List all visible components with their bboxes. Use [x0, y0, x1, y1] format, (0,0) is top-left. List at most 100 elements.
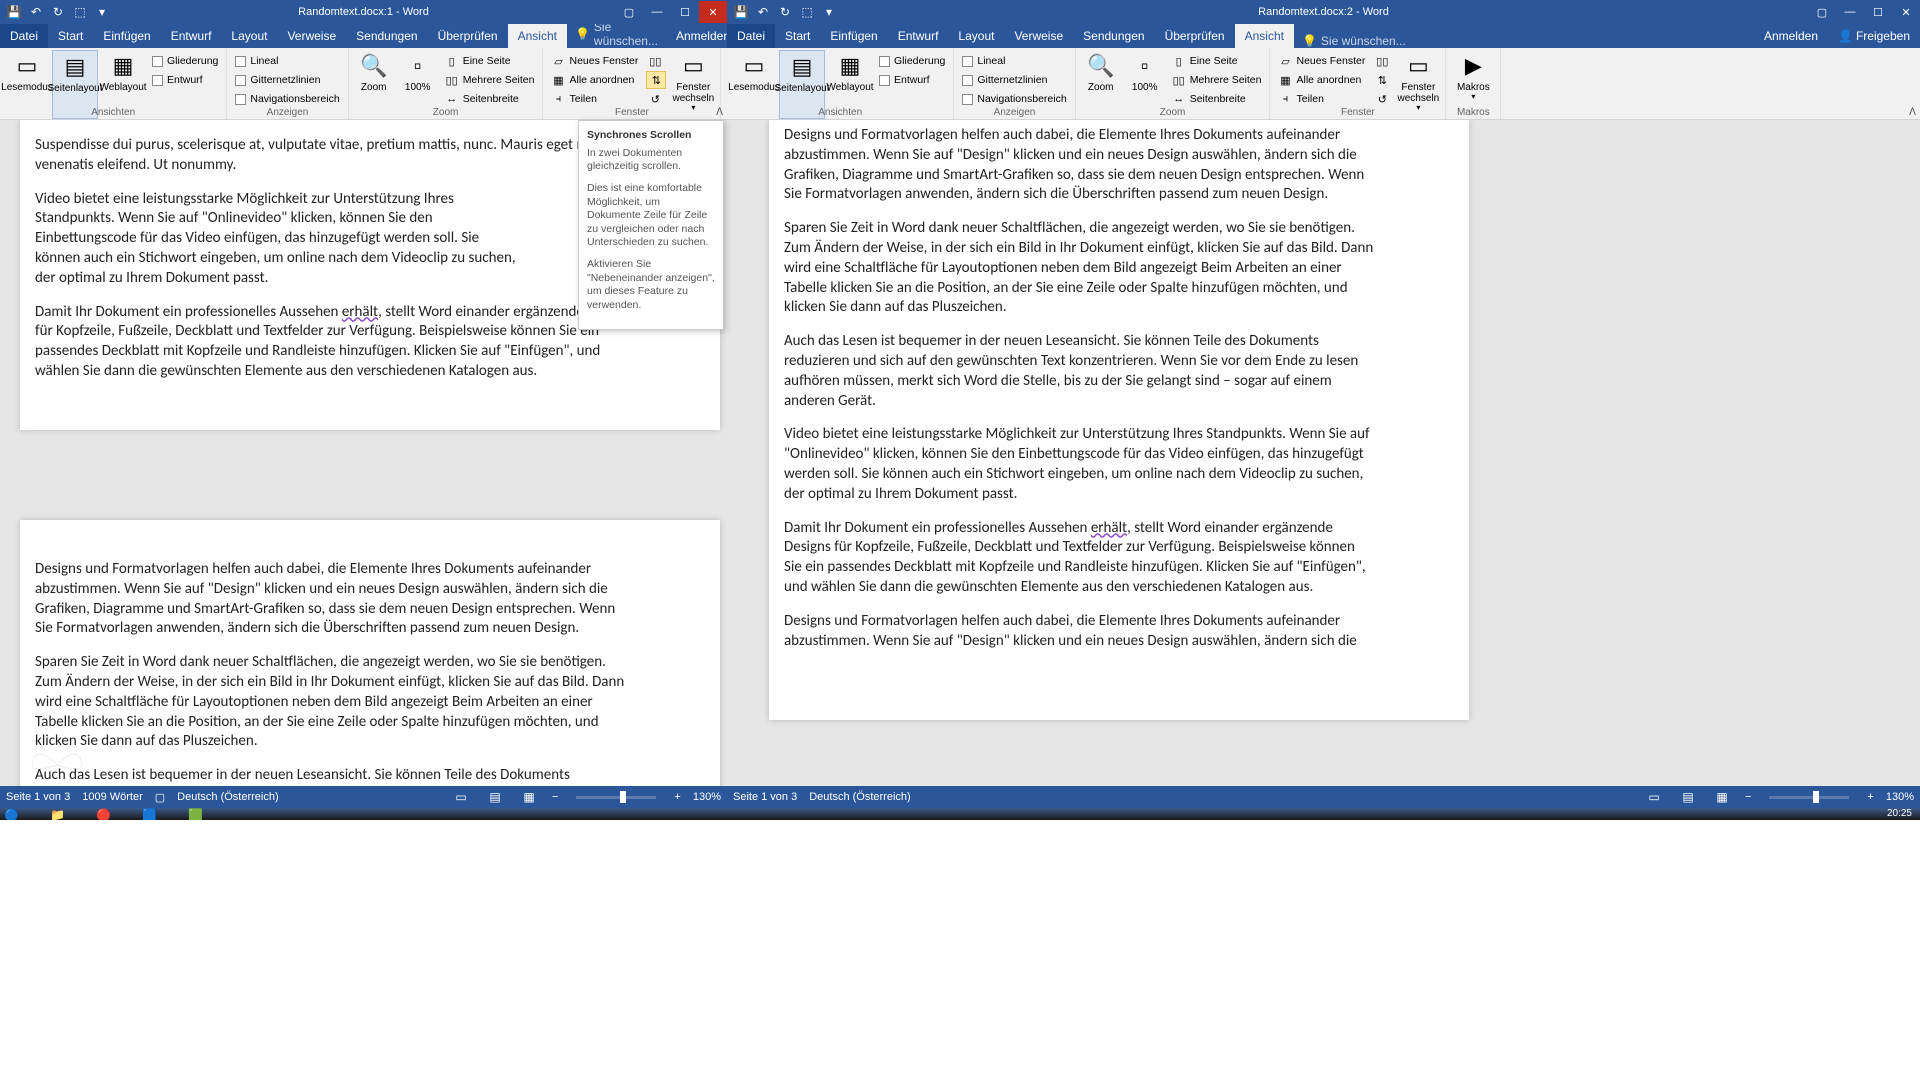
syncscroll-button[interactable]: ⇅	[1373, 71, 1391, 89]
paragraph[interactable]: Video bietet eine leistungsstarke Möglic…	[784, 425, 1374, 504]
grammar-underline[interactable]: erhält	[1091, 519, 1127, 537]
nav-check[interactable]: Navigationsbereich	[960, 90, 1068, 108]
gliederung-button[interactable]: Gliederung	[877, 52, 947, 70]
multipage-button[interactable]: ▯▯Mehrere Seiten	[1170, 71, 1264, 89]
paragraph[interactable]: Damit Ihr Dokument ein professionelles A…	[35, 303, 635, 382]
tab-verweise[interactable]: Verweise	[277, 24, 346, 48]
taskbar-chrome-icon[interactable]: 🔴	[96, 808, 138, 820]
touch-icon[interactable]: ⬚	[72, 4, 88, 20]
collapse-ribbon-icon[interactable]: ᐱ	[1909, 107, 1916, 118]
webview-icon[interactable]: ▦	[518, 788, 540, 806]
tab-einfuegen[interactable]: Einfügen	[820, 24, 887, 48]
zoom-in-icon[interactable]: +	[1867, 791, 1873, 803]
taskbar-explorer-icon[interactable]: 📁	[50, 808, 92, 820]
tab-datei[interactable]: Datei	[727, 24, 775, 48]
tab-layout[interactable]: Layout	[221, 24, 277, 48]
newwindow-button[interactable]: ▱Neues Fenster	[1276, 52, 1367, 70]
paragraph[interactable]: Damit Ihr Dokument ein professionelles A…	[784, 519, 1374, 598]
resetpos-button[interactable]: ↺	[646, 90, 666, 108]
zoom-in-icon[interactable]: +	[674, 791, 680, 803]
tab-sendungen[interactable]: Sendungen	[346, 24, 427, 48]
paragraph[interactable]: Designs und Formatvorlagen helfen auch d…	[784, 612, 1374, 652]
qat-customize-icon[interactable]: ▾	[94, 4, 110, 20]
clock[interactable]: 20:25	[1887, 808, 1920, 819]
qat-customize-icon[interactable]: ▾	[821, 4, 837, 20]
tab-sendungen[interactable]: Sendungen	[1073, 24, 1154, 48]
tell-me-search[interactable]: 💡Sie wünschen...	[567, 20, 666, 48]
tab-layout[interactable]: Layout	[948, 24, 1004, 48]
tab-ansicht[interactable]: Ansicht	[508, 24, 567, 48]
readview-icon[interactable]: ▭	[450, 788, 472, 806]
printview-icon[interactable]: ▤	[484, 788, 506, 806]
taskbar[interactable]: 🔵 📁 🔴 🟦 🟩 20:25	[0, 808, 1920, 820]
paragraph[interactable]: Sparen Sie Zeit in Word dank neuer Schal…	[35, 653, 625, 752]
zoom-out-icon[interactable]: −	[1745, 791, 1751, 803]
tab-entwurf[interactable]: Entwurf	[888, 24, 949, 48]
close-icon[interactable]: ✕	[699, 1, 727, 23]
tab-start[interactable]: Start	[775, 24, 820, 48]
freigeben-button[interactable]: 👤Freigeben	[1828, 24, 1920, 48]
close-icon[interactable]: ✕	[1892, 1, 1920, 23]
word-count[interactable]: 1009 Wörter	[82, 791, 143, 803]
readview-icon[interactable]: ▭	[1643, 788, 1665, 806]
minimize-icon[interactable]: —	[643, 1, 671, 23]
gitter-check[interactable]: Gitternetzlinien	[960, 71, 1068, 89]
proofing-icon[interactable]: ▢	[155, 791, 165, 804]
entwurf-view-button[interactable]: Entwurf	[877, 71, 947, 89]
pagewidth-button[interactable]: ↔Seitenbreite	[443, 90, 537, 108]
onepage-button[interactable]: ▯Eine Seite	[1170, 52, 1264, 70]
split-button[interactable]: ⫞Teilen	[1276, 90, 1367, 108]
paragraph[interactable]: Auch das Lesen ist bequemer in der neuen…	[784, 332, 1374, 411]
undo-icon[interactable]: ↶	[28, 4, 44, 20]
document-area-right[interactable]: Designs und Formatvorlagen helfen auch d…	[727, 120, 1920, 786]
save-icon[interactable]: 💾	[733, 4, 749, 20]
paragraph[interactable]: Sparen Sie Zeit in Word dank neuer Schal…	[784, 219, 1374, 318]
webview-icon[interactable]: ▦	[1711, 788, 1733, 806]
grammar-underline[interactable]: erhält	[342, 303, 378, 321]
zoom-level[interactable]: 130%	[1886, 791, 1914, 803]
tab-verweise[interactable]: Verweise	[1004, 24, 1073, 48]
tell-me-search[interactable]: 💡Sie wünschen...	[1294, 34, 1414, 48]
ribbon-display-icon[interactable]: ▢	[1808, 1, 1836, 23]
page-count[interactable]: Seite 1 von 3	[6, 791, 70, 803]
redo-icon[interactable]: ↻	[50, 4, 66, 20]
paragraph[interactable]: Auch das Lesen ist bequemer in der neuen…	[35, 766, 625, 786]
resetpos-button[interactable]: ↺	[1373, 90, 1391, 108]
multipage-button[interactable]: ▯▯Mehrere Seiten	[443, 71, 537, 89]
maximize-icon[interactable]: ☐	[671, 1, 699, 23]
taskbar-app-icon[interactable]: 🟩	[188, 808, 230, 820]
lineal-check[interactable]: Lineal	[960, 52, 1068, 70]
tab-entwurf[interactable]: Entwurf	[161, 24, 222, 48]
redo-icon[interactable]: ↻	[777, 4, 793, 20]
touch-icon[interactable]: ⬚	[799, 4, 815, 20]
anmelden-button[interactable]: Anmelden	[1754, 24, 1828, 48]
arrangeall-button[interactable]: ▦Alle anordnen	[1276, 71, 1367, 89]
syncscroll-button[interactable]: ⇅	[646, 71, 666, 89]
onepage-button[interactable]: ▯Eine Seite	[443, 52, 537, 70]
arrangeall-button[interactable]: ▦Alle anordnen	[549, 71, 640, 89]
tab-ueberpruefen[interactable]: Überprüfen	[1155, 24, 1235, 48]
split-button[interactable]: ⫞Teilen	[549, 90, 640, 108]
newwindow-button[interactable]: ▱Neues Fenster	[549, 52, 640, 70]
zoom-slider[interactable]	[576, 796, 656, 799]
printview-icon[interactable]: ▤	[1677, 788, 1699, 806]
start-button[interactable]: 🔵	[4, 808, 46, 820]
taskbar-word-icon[interactable]: 🟦	[142, 808, 184, 820]
collapse-ribbon-icon[interactable]: ᐱ	[716, 107, 723, 118]
save-icon[interactable]: 💾	[6, 4, 22, 20]
language[interactable]: Deutsch (Österreich)	[809, 791, 910, 803]
gliederung-button[interactable]: Gliederung	[150, 52, 220, 70]
tab-einfuegen[interactable]: Einfügen	[93, 24, 160, 48]
tab-ueberpruefen[interactable]: Überprüfen	[428, 24, 508, 48]
paragraph[interactable]: Video bietet eine leistungsstarke Möglic…	[35, 190, 525, 289]
undo-icon[interactable]: ↶	[755, 4, 771, 20]
paragraph[interactable]: Designs und Formatvorlagen helfen auch d…	[35, 560, 625, 639]
zoom-level[interactable]: 130%	[693, 791, 721, 803]
sidebyside-button[interactable]: ▯▯	[646, 52, 666, 70]
sidebyside-button[interactable]: ▯▯	[1373, 52, 1391, 70]
lineal-check[interactable]: Lineal	[233, 52, 341, 70]
gitter-check[interactable]: Gitternetzlinien	[233, 71, 341, 89]
minimize-icon[interactable]: —	[1836, 1, 1864, 23]
ribbon-display-icon[interactable]: ▢	[615, 1, 643, 23]
pagewidth-button[interactable]: ↔Seitenbreite	[1170, 90, 1264, 108]
